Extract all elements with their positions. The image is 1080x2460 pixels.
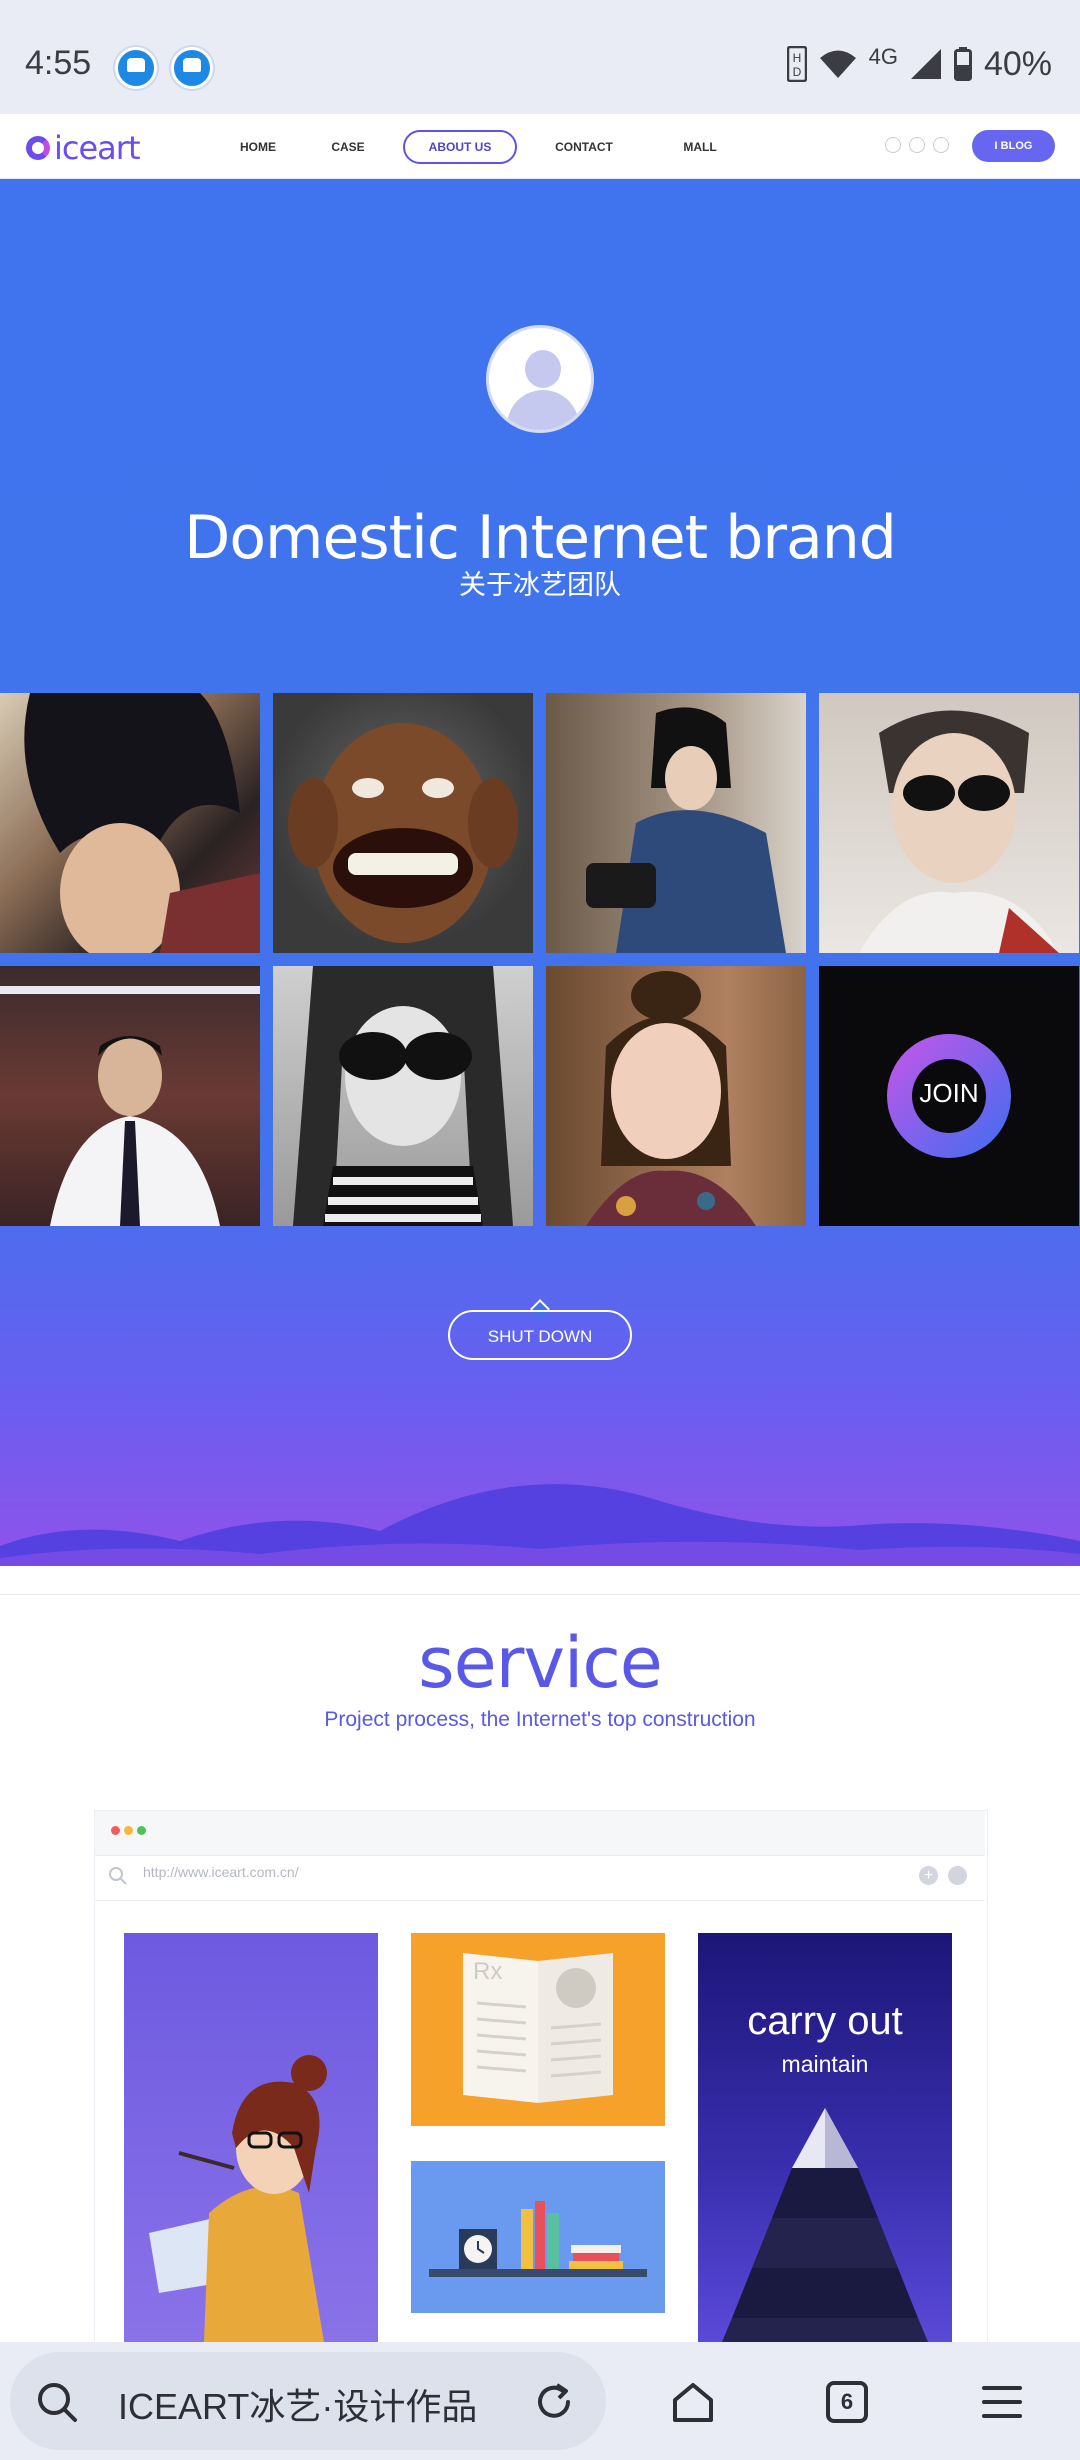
notification-app-icon — [115, 47, 157, 89]
qq-icon[interactable] — [933, 137, 949, 153]
service-subtitle: Project process, the Internet's top cons… — [324, 1708, 756, 1731]
blog-button[interactable]: I BLOG — [972, 130, 1055, 162]
site-logo[interactable]: iceart — [26, 129, 140, 167]
search-icon[interactable] — [36, 2381, 78, 2423]
gallery-join-tile[interactable]: JOIN — [819, 966, 1079, 1226]
section-divider — [0, 1594, 1080, 1595]
add-icon: + — [919, 1866, 938, 1885]
gallery-photo-man-in-library[interactable] — [0, 966, 260, 1226]
nav-case[interactable]: CASE — [318, 130, 378, 164]
battery-level: 40% — [983, 44, 1052, 83]
weibo-icon[interactable] — [885, 137, 901, 153]
browser-mockup-url: http://www.iceart.com.cn/ — [143, 1864, 299, 1880]
gallery-photo-woman-with-sunglasses[interactable] — [273, 966, 533, 1226]
team-avatar — [486, 325, 594, 433]
nav-contact[interactable]: CONTACT — [548, 130, 620, 164]
tree-illustration — [722, 2108, 928, 2342]
nav-about-us[interactable]: ABOUT US — [403, 130, 517, 164]
book-rx-label: Rx — [473, 1958, 503, 1985]
service-card-shelf[interactable] — [411, 2161, 665, 2313]
wifi-icon — [819, 50, 856, 78]
battery-icon — [953, 47, 972, 81]
gallery-photo-man-with-sunglasses[interactable] — [819, 693, 1079, 953]
svg-text:H: H — [792, 51, 801, 65]
nav-home[interactable]: HOME — [228, 130, 288, 164]
user-icon — [948, 1866, 967, 1885]
signal-icon — [910, 49, 941, 79]
logo-text: iceart — [54, 129, 140, 167]
shut-down-button[interactable]: SHUT DOWN — [448, 1310, 632, 1360]
hd-icon: HD — [786, 46, 807, 82]
window-close-dot — [111, 1826, 120, 1835]
status-time: 4:55 — [25, 44, 92, 82]
nav-mall[interactable]: MALL — [670, 130, 730, 164]
wechat-icon[interactable] — [909, 137, 925, 153]
hero-wave-decoration — [0, 1484, 1080, 1566]
gallery-photo-portrait-emo-boy[interactable] — [0, 693, 260, 953]
browser-mockup-titlebar — [95, 1811, 985, 1856]
gallery-photo-caricature-man[interactable] — [273, 693, 533, 953]
home-icon[interactable] — [670, 2380, 716, 2424]
service-card-illustration[interactable] — [124, 1933, 378, 2342]
service-card-book[interactable]: Rx — [411, 1933, 665, 2126]
status-icons: HD 4G 40% — [786, 44, 1052, 84]
svg-text:D: D — [792, 65, 801, 79]
search-icon — [109, 1867, 127, 1885]
address-bar-text[interactable]: ICEART冰艺·设计作品 — [118, 2378, 498, 2430]
hero-subtitle: 关于冰艺团队 — [459, 570, 621, 600]
gallery-photo-girl-with-camera[interactable] — [546, 693, 806, 953]
window-maximize-dot — [137, 1826, 146, 1835]
reload-icon[interactable] — [533, 2381, 575, 2423]
notification-app-icon — [171, 47, 213, 89]
menu-icon[interactable] — [980, 2382, 1024, 2422]
logo-mark-icon — [26, 136, 50, 160]
gallery-photo-smiling-girl[interactable] — [546, 966, 806, 1226]
service-title: service — [418, 1622, 663, 1704]
join-label: JOIN — [919, 1078, 979, 1108]
tab-switcher-button[interactable]: 6 — [826, 2381, 868, 2423]
network-type: 4G — [868, 44, 898, 69]
window-minimize-dot — [124, 1826, 133, 1835]
service-card-carry-out[interactable]: carry out maintain — [698, 1933, 952, 2342]
